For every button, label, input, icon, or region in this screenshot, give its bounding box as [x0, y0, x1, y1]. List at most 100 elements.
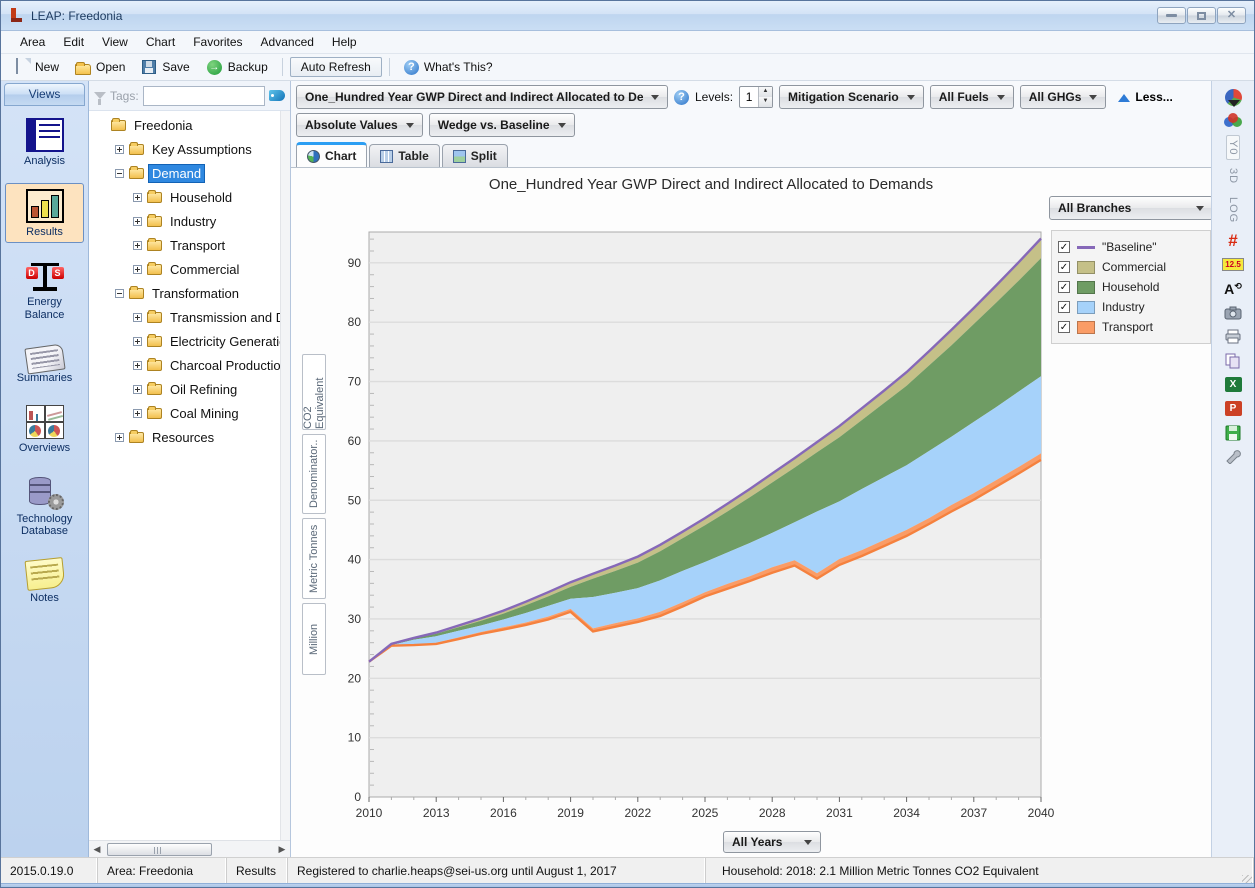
- years-dropdown[interactable]: All Years: [723, 831, 821, 853]
- expand-icon[interactable]: [133, 241, 142, 250]
- print-icon[interactable]: [1220, 327, 1246, 347]
- expand-icon[interactable]: [115, 433, 124, 442]
- levels-down-arrow[interactable]: ▼: [759, 97, 772, 107]
- expand-icon[interactable]: [133, 385, 142, 394]
- export-excel-icon[interactable]: X: [1220, 375, 1246, 395]
- whats-this-button[interactable]: ? What's This?: [397, 58, 500, 77]
- tag-icon[interactable]: [269, 90, 285, 101]
- svg-text:90: 90: [348, 256, 362, 270]
- color-scheme-icon[interactable]: [1220, 111, 1246, 131]
- view-results[interactable]: Results: [5, 183, 84, 244]
- view-analysis[interactable]: Analysis: [5, 112, 84, 173]
- values-mode-dropdown[interactable]: Absolute Values: [296, 113, 423, 137]
- tree-item-transport[interactable]: Transport: [89, 233, 280, 257]
- status-hover-info: Household: 2018: 2.1 Million Metric Tonn…: [706, 858, 1254, 883]
- svg-text:2022: 2022: [624, 806, 651, 820]
- tree-item-commercial[interactable]: Commercial: [89, 257, 280, 281]
- 3d-toggle[interactable]: 3D: [1220, 164, 1246, 188]
- menu-area[interactable]: Area: [11, 32, 54, 52]
- tab-table[interactable]: Table: [369, 144, 439, 167]
- open-folder-icon: [75, 64, 91, 75]
- levels-spinner[interactable]: 1 ▲▼: [739, 86, 773, 108]
- tree-item-key-assumptions[interactable]: Key Assumptions: [89, 137, 280, 161]
- chart-options-icon[interactable]: [1220, 447, 1246, 467]
- expand-icon[interactable]: [133, 409, 142, 418]
- menu-edit[interactable]: Edit: [54, 32, 93, 52]
- expand-icon[interactable]: [133, 313, 142, 322]
- expand-icon[interactable]: [115, 145, 124, 154]
- backup-button[interactable]: → Backup: [199, 58, 275, 77]
- collapse-icon[interactable]: [115, 169, 124, 178]
- folder-icon: [147, 336, 162, 347]
- scroll-right-arrow[interactable]: ▶: [274, 844, 290, 855]
- auto-refresh-toggle[interactable]: Auto Refresh: [290, 57, 382, 77]
- open-button[interactable]: Open: [68, 58, 132, 77]
- tree-item-label: Transformation: [149, 285, 242, 302]
- rotate-labels-icon[interactable]: A: [1220, 279, 1246, 299]
- close-button[interactable]: ✕: [1217, 7, 1246, 24]
- backup-arrow-icon: →: [207, 60, 222, 75]
- scenario-dropdown[interactable]: Mitigation Scenario: [779, 85, 924, 109]
- tree-horizontal-scrollbar[interactable]: ◀ ▶: [89, 840, 290, 857]
- levels-up-arrow[interactable]: ▲: [759, 87, 772, 97]
- save-disk-icon: [142, 60, 156, 74]
- expand-icon[interactable]: [133, 361, 142, 370]
- ghgs-dropdown[interactable]: All GHGs: [1020, 85, 1107, 109]
- tree-item-household[interactable]: Household: [89, 185, 280, 209]
- tree-item-label: Coal Mining: [167, 405, 242, 422]
- data-labels-toggle-icon[interactable]: 12.5: [1220, 255, 1246, 275]
- variable-help-icon[interactable]: ?: [674, 90, 689, 105]
- tree-item-demand[interactable]: Demand: [89, 161, 280, 185]
- snapshot-icon[interactable]: [1220, 303, 1246, 323]
- save-button[interactable]: Save: [134, 57, 196, 77]
- tree-item-transmission-and-distribution[interactable]: Transmission and Distribution: [89, 305, 280, 329]
- y-origin-toggle[interactable]: Y0: [1220, 135, 1246, 160]
- view-energy-balance[interactable]: DSEnergy Balance: [5, 253, 84, 326]
- gridlines-toggle-icon[interactable]: #: [1220, 231, 1246, 251]
- scroll-left-arrow[interactable]: ◀: [89, 844, 105, 855]
- view-overviews[interactable]: Overviews: [5, 399, 84, 460]
- menu-advanced[interactable]: Advanced: [252, 32, 323, 52]
- export-powerpoint-icon[interactable]: P: [1220, 399, 1246, 419]
- tab-chart[interactable]: Chart: [296, 142, 367, 167]
- log-scale-toggle[interactable]: LOG: [1220, 193, 1246, 227]
- tree-item-coal-mining[interactable]: Coal Mining: [89, 401, 280, 425]
- expand-icon[interactable]: [133, 193, 142, 202]
- menu-view[interactable]: View: [93, 32, 137, 52]
- menu-chart[interactable]: Chart: [137, 32, 184, 52]
- views-header[interactable]: Views: [4, 83, 85, 106]
- tree-item-resources[interactable]: Resources: [89, 425, 280, 449]
- tree-item-industry[interactable]: Industry: [89, 209, 280, 233]
- less-button[interactable]: Less...: [1112, 85, 1178, 109]
- menu-favorites[interactable]: Favorites: [184, 32, 251, 52]
- tree-item-electricity-generation[interactable]: Electricity Generation: [89, 329, 280, 353]
- collapse-icon[interactable]: [115, 289, 124, 298]
- view-summaries[interactable]: Summaries: [5, 337, 84, 390]
- scroll-thumb[interactable]: [107, 843, 212, 856]
- menu-help[interactable]: Help: [323, 32, 366, 52]
- save-chart-icon[interactable]: [1220, 423, 1246, 443]
- expand-icon[interactable]: [133, 265, 142, 274]
- chart-style-icon[interactable]: [1220, 87, 1246, 107]
- copy-icon[interactable]: [1220, 351, 1246, 371]
- expand-icon[interactable]: [133, 337, 142, 346]
- tree-item-oil-refining[interactable]: Oil Refining: [89, 377, 280, 401]
- tree-item-charcoal-production[interactable]: Charcoal Production: [89, 353, 280, 377]
- chart-mode-dropdown[interactable]: Wedge vs. Baseline: [429, 113, 575, 137]
- tree-item-transformation[interactable]: Transformation: [89, 281, 280, 305]
- fuels-dropdown[interactable]: All Fuels: [930, 85, 1014, 109]
- tree-item-label: Charcoal Production: [167, 357, 280, 374]
- folder-icon: [147, 264, 162, 275]
- expand-icon[interactable]: [133, 217, 142, 226]
- tree-vertical-scrollbar[interactable]: [280, 111, 290, 840]
- restore-button[interactable]: [1187, 7, 1216, 24]
- tags-input[interactable]: [143, 86, 265, 106]
- result-variable-dropdown[interactable]: One_Hundred Year GWP Direct and Indirect…: [296, 85, 668, 109]
- tab-split[interactable]: Split: [442, 144, 508, 167]
- new-button[interactable]: New: [7, 57, 66, 77]
- view-label: Overviews: [19, 442, 70, 455]
- minimize-button[interactable]: [1157, 7, 1186, 24]
- view-notes[interactable]: Notes: [5, 553, 84, 610]
- view-technology-database[interactable]: Technology Database: [5, 470, 84, 543]
- tree-item-freedonia[interactable]: Freedonia: [89, 113, 280, 137]
